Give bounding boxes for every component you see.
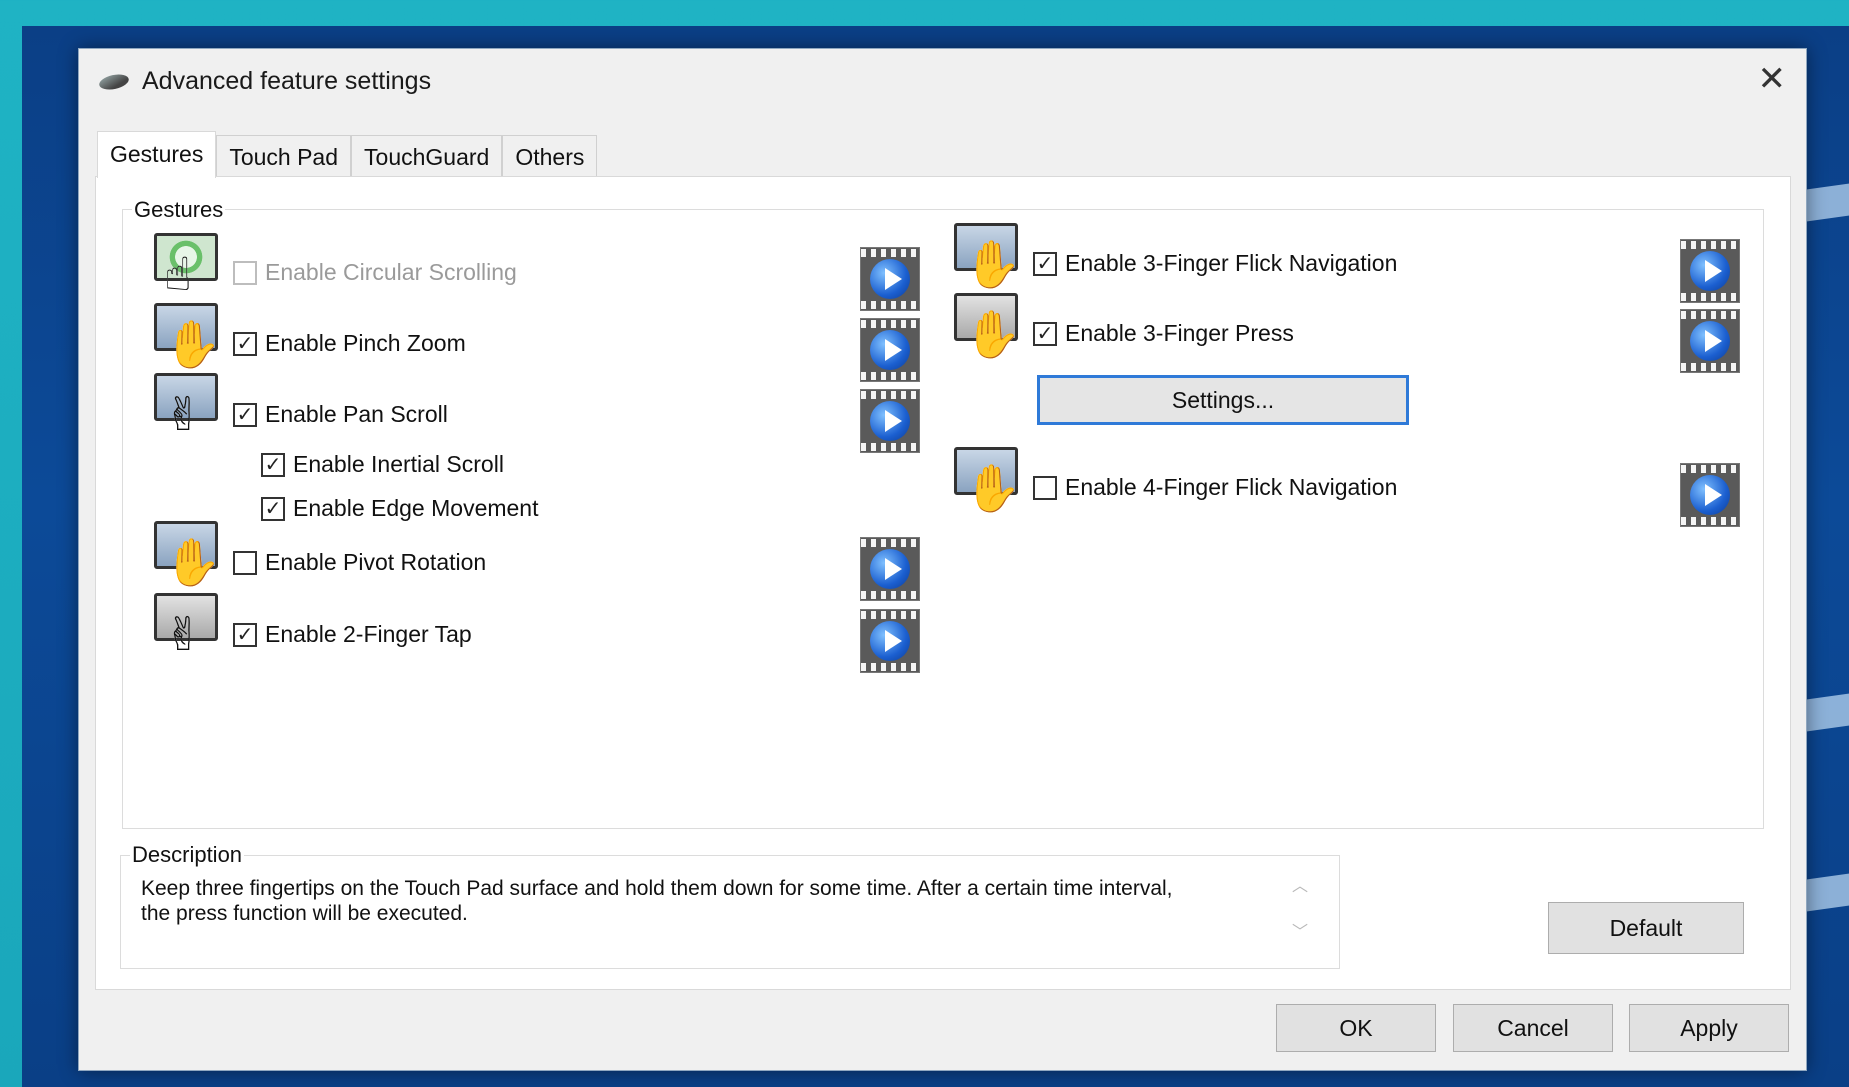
gestures-tab-panel: Gestures ☝ ✋ ✌ ✋ ✌ Enable Circular Scrol… (95, 176, 1791, 990)
three-finger-flick-gesture-icon: ✋ (954, 223, 1021, 289)
checkbox-label: Enable Circular Scrolling (265, 259, 517, 285)
scroll-up-icon[interactable]: ︿ (1292, 872, 1308, 896)
tab-touch-pad[interactable]: Touch Pad (216, 135, 352, 178)
tab-gestures[interactable]: Gestures (97, 131, 217, 178)
play-video-pinch-zoom-button[interactable] (860, 318, 920, 382)
four-finger-flick-checkbox[interactable]: Enable 4-Finger Flick Navigation (1033, 474, 1397, 501)
check-icon: ✓ (233, 622, 257, 647)
description-scrollbar[interactable]: ︿ ﹀ (1289, 872, 1311, 942)
circular-scrolling-checkbox[interactable]: Enable Circular Scrolling (233, 259, 517, 286)
check-icon: ✓ (261, 452, 285, 477)
gestures-group-label: Gestures (132, 197, 226, 223)
apply-button[interactable]: Apply (1629, 1004, 1789, 1052)
play-video-three-finger-press-button[interactable] (1680, 309, 1740, 373)
window-title: Advanced feature settings (142, 67, 432, 95)
checkbox-box (233, 550, 257, 575)
checkbox-label: Enable Inertial Scroll (293, 451, 504, 477)
checkbox-label: Enable Pinch Zoom (265, 330, 466, 356)
four-finger-flick-gesture-icon: ✋ (954, 447, 1021, 513)
description-text: Keep three fingertips on the Touch Pad s… (141, 877, 1173, 925)
pan-scroll-checkbox[interactable]: ✓ Enable Pan Scroll (233, 401, 448, 428)
pinch-zoom-gesture-icon: ✋ (154, 303, 221, 369)
play-video-pan-scroll-button[interactable] (860, 389, 920, 453)
pan-scroll-gesture-icon: ✌ (154, 373, 218, 439)
checkbox-label: Enable Edge Movement (293, 495, 539, 521)
three-finger-press-checkbox[interactable]: ✓ Enable 3-Finger Press (1033, 320, 1294, 347)
play-video-three-finger-flick-button[interactable] (1680, 239, 1740, 303)
advanced-feature-settings-dialog: Advanced feature settings ✕ Gestures Tou… (78, 48, 1807, 1071)
default-button[interactable]: Default (1548, 902, 1744, 954)
checkbox-label: Enable Pan Scroll (265, 401, 448, 427)
title-bar: Advanced feature settings ✕ (79, 49, 1806, 113)
checkbox-label: Enable 2-Finger Tap (265, 621, 472, 647)
check-icon: ✓ (261, 496, 285, 521)
three-finger-flick-checkbox[interactable]: ✓ Enable 3-Finger Flick Navigation (1033, 250, 1397, 277)
checkbox-box (233, 260, 257, 285)
play-video-circular-scrolling-button[interactable] (860, 247, 920, 311)
tab-touchguard[interactable]: TouchGuard (351, 135, 503, 178)
inertial-scroll-checkbox[interactable]: ✓ Enable Inertial Scroll (261, 451, 504, 478)
check-icon: ✓ (233, 402, 257, 427)
play-video-four-finger-flick-button[interactable] (1680, 463, 1740, 527)
cancel-button[interactable]: Cancel (1453, 1004, 1613, 1052)
play-video-pivot-rotation-button[interactable] (860, 537, 920, 601)
check-icon: ✓ (233, 331, 257, 356)
pivot-rotation-gesture-icon: ✋ (154, 521, 221, 587)
scroll-down-icon[interactable]: ﹀ (1292, 918, 1308, 942)
edge-movement-checkbox[interactable]: ✓ Enable Edge Movement (261, 495, 539, 522)
checkbox-label: Enable Pivot Rotation (265, 549, 487, 575)
close-icon[interactable]: ✕ (1758, 59, 1787, 99)
checkbox-label: Enable 3-Finger Press (1065, 320, 1294, 346)
circular-scrolling-gesture-icon: ☝ (154, 233, 218, 299)
pivot-rotation-checkbox[interactable]: Enable Pivot Rotation (233, 549, 486, 576)
two-finger-tap-checkbox[interactable]: ✓ Enable 2-Finger Tap (233, 621, 472, 648)
check-icon: ✓ (1033, 251, 1057, 276)
checkbox-label: Enable 4-Finger Flick Navigation (1065, 474, 1398, 500)
tab-others[interactable]: Others (502, 135, 598, 178)
description-groupbox: Keep three fingertips on the Touch Pad s… (120, 855, 1340, 969)
checkbox-label: Enable 3-Finger Flick Navigation (1065, 250, 1398, 276)
pinch-zoom-checkbox[interactable]: ✓ Enable Pinch Zoom (233, 330, 466, 357)
description-group-label: Description (130, 842, 245, 868)
two-finger-tap-gesture-icon: ✌ (154, 593, 218, 659)
checkbox-box (1033, 475, 1057, 500)
settings-button[interactable]: Settings... (1037, 375, 1409, 425)
check-icon: ✓ (1033, 321, 1057, 346)
tab-strip: Gestures Touch Pad TouchGuard Others (97, 131, 598, 178)
three-finger-press-gesture-icon: ✋ (954, 293, 1021, 359)
play-video-two-finger-tap-button[interactable] (860, 609, 920, 673)
ok-button[interactable]: OK (1276, 1004, 1436, 1052)
touchpad-app-icon (97, 72, 131, 92)
